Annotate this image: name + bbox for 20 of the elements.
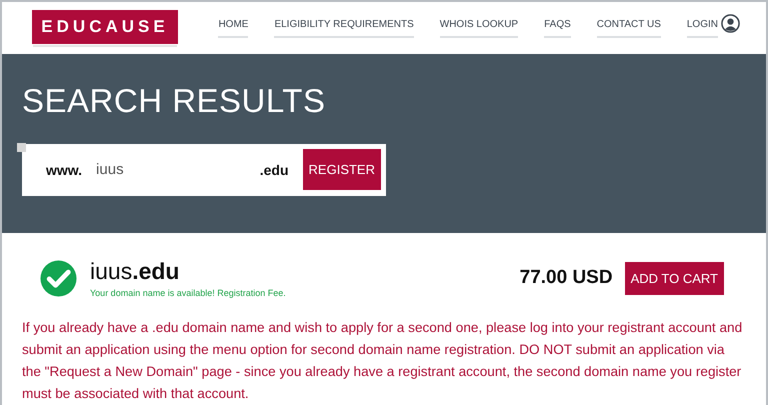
add-to-cart-button[interactable]: ADD TO CART — [624, 262, 724, 295]
register-button[interactable]: REGISTER — [302, 149, 381, 190]
domain-name: iuus.edu — [90, 258, 180, 283]
nav-link[interactable]: HOME — [218, 19, 248, 38]
logo[interactable]: EDUCAUSE — [32, 10, 178, 45]
nav-link[interactable]: CONTACT US — [596, 19, 661, 38]
page-title: SEARCH RESULTS — [22, 82, 326, 120]
nav-link[interactable]: WHOIS LOOKUP — [440, 19, 518, 38]
notice-paragraph: If you already have a .edu domain name and wish to apply for a second one, please log into your registrant account and submit an application using the menu option for second domain name registration. DO NOT submit an application via the "Request a New Domain" page - since you already have a registrant account, the second domain name you register must be associated with that account. — [22, 319, 744, 403]
price: 77.00 USD — [520, 267, 613, 290]
suffix-label: .edu — [260, 162, 289, 178]
domain-input[interactable]: iuus — [96, 161, 246, 178]
domain-search-field[interactable]: www. iuus .edu REGISTER — [22, 144, 386, 196]
nav-link[interactable]: ELIGIBILITY REQUIREMENTS — [274, 19, 414, 38]
nav-link[interactable]: LOGIN — [686, 19, 718, 38]
prefix-label: www. — [46, 162, 82, 178]
user-icon[interactable] — [721, 14, 740, 33]
availability-message: Your domain name is available! Registration Fee. — [90, 288, 286, 298]
nav-link[interactable]: FAQS — [544, 19, 571, 38]
check-icon — [40, 260, 77, 297]
